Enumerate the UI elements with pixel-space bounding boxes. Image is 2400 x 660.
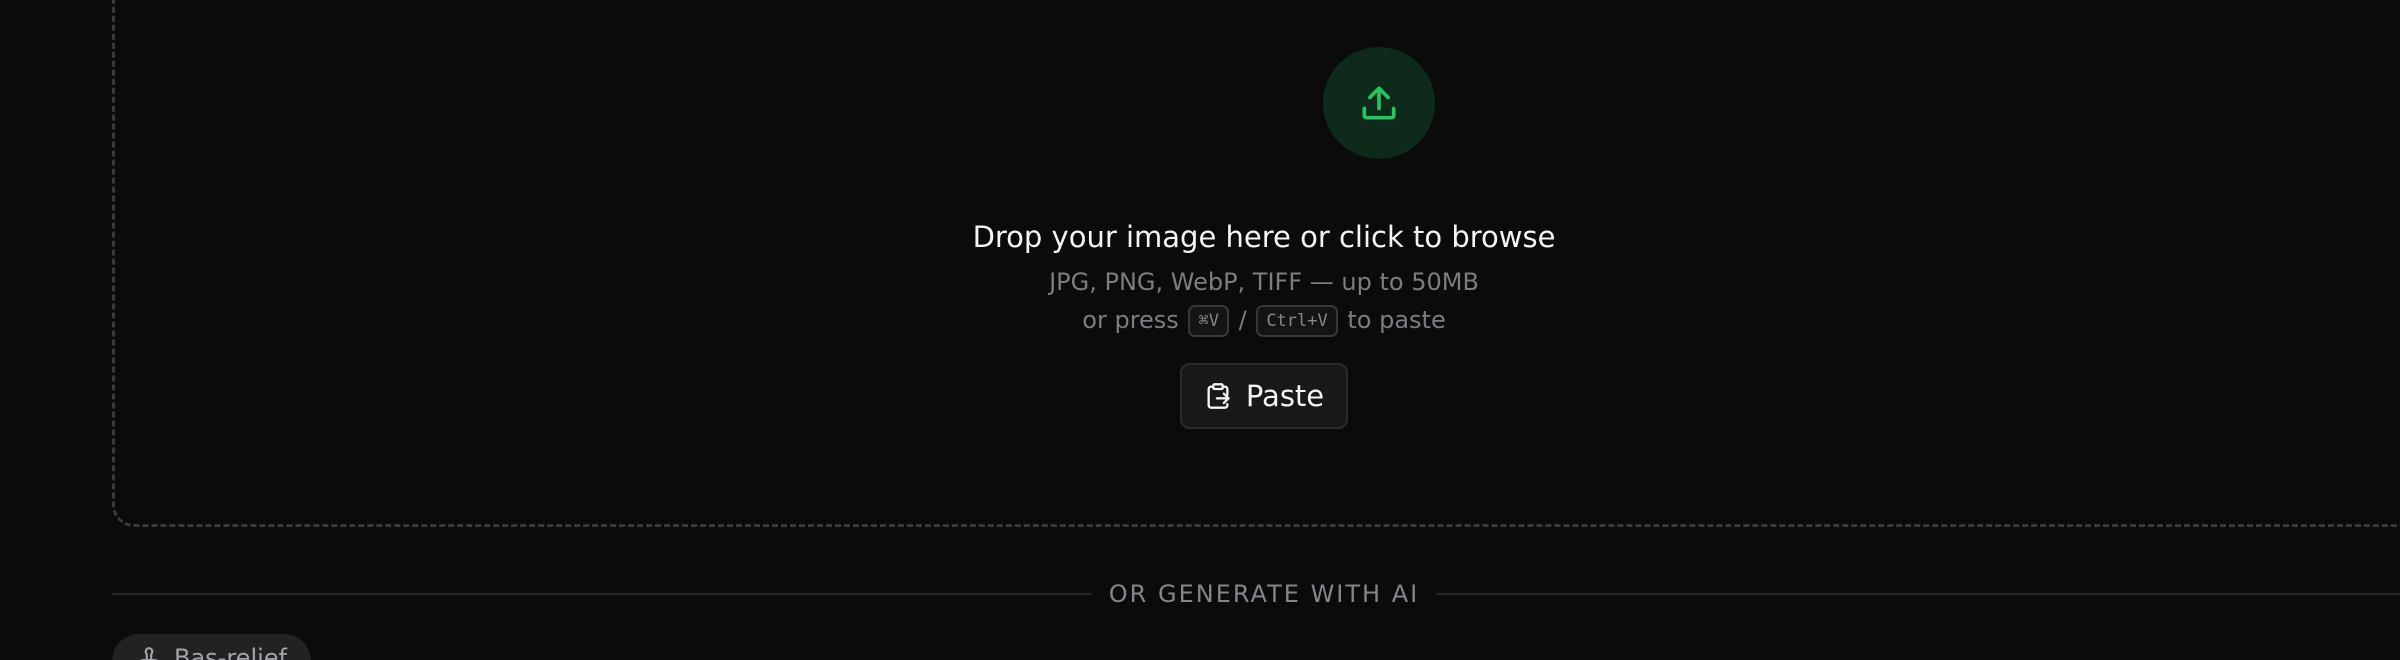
paste-hint-prefix: or press bbox=[1082, 306, 1179, 334]
divider-label: OR GENERATE WITH AI bbox=[1108, 580, 1420, 608]
page: Drop your image here or click to browse … bbox=[0, 0, 2400, 660]
shortcut-separator: / bbox=[1238, 306, 1247, 334]
divider-line-left bbox=[112, 593, 1092, 595]
divider-line-right bbox=[1436, 593, 2400, 595]
dropzone-title: Drop your image here or click to browse bbox=[972, 220, 1556, 254]
upload-icon bbox=[1362, 86, 1396, 120]
preset-chip-bas-relief[interactable]: Bas-relief bbox=[112, 634, 311, 660]
mac-shortcut-key: ⌘V bbox=[1188, 305, 1229, 337]
paste-hint: or press ⌘V / Ctrl+V to paste bbox=[0, 302, 2400, 338]
preset-chip-label: Bas-relief bbox=[174, 644, 287, 660]
image-dropzone[interactable] bbox=[112, 0, 2400, 527]
paste-button[interactable]: Paste bbox=[1180, 363, 1348, 429]
paste-hint-suffix: to paste bbox=[1347, 306, 1446, 334]
stamp-icon bbox=[136, 646, 162, 660]
windows-shortcut-key: Ctrl+V bbox=[1256, 305, 1338, 337]
generate-divider: OR GENERATE WITH AI bbox=[112, 572, 2400, 616]
upload-icon-badge bbox=[1323, 47, 1435, 159]
supported-formats: JPG, PNG, WebP, TIFF — up to 50MB bbox=[1049, 268, 1479, 296]
clipboard-paste-icon bbox=[1207, 383, 1230, 409]
paste-button-label: Paste bbox=[1245, 379, 1325, 413]
